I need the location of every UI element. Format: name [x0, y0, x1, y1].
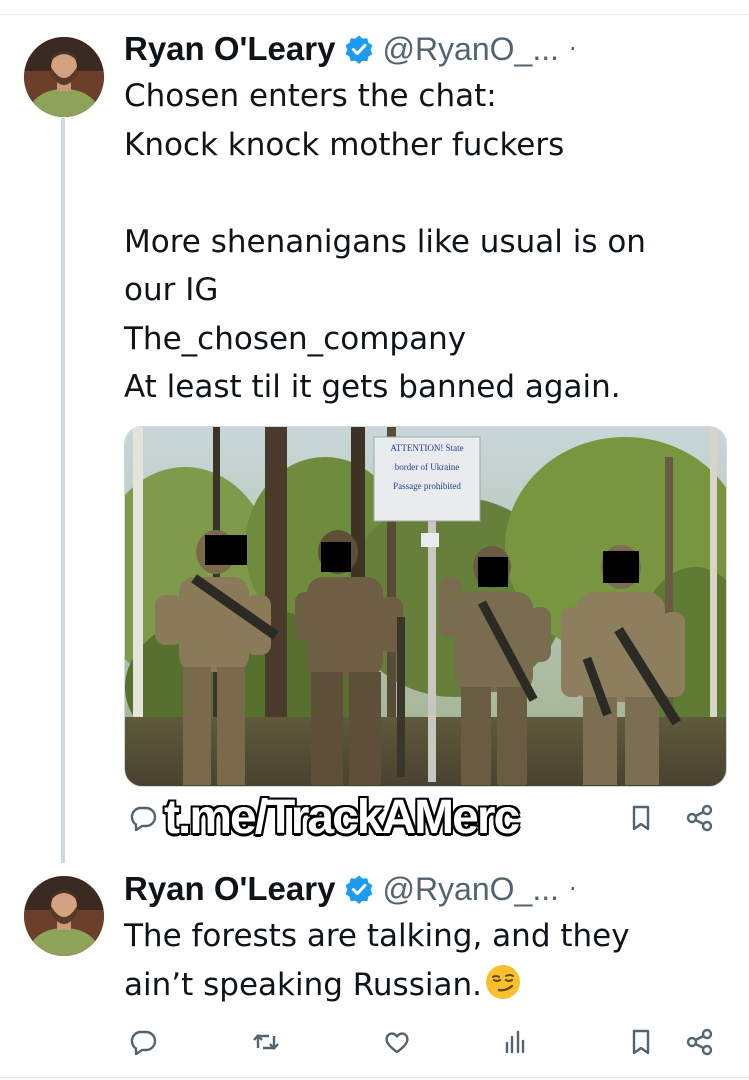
reply-button[interactable]	[126, 1024, 160, 1064]
tweet-photo[interactable]: ATTENTION! State border of Ukraine Passa…	[124, 426, 727, 787]
verified-badge-icon	[344, 34, 374, 64]
author-handle[interactable]: @RyanO_...	[382, 871, 559, 908]
bookmark-button[interactable]	[624, 1024, 658, 1064]
reply-icon	[128, 1027, 158, 1061]
tweet-text-line: More shenanigans like usual is on	[124, 223, 646, 260]
tweet-text-line: The forests are talking, and they	[124, 918, 630, 954]
author-name[interactable]: Ryan O'Leary	[124, 30, 335, 68]
tweet-text: The forests are talking, and they ain’t …	[124, 912, 630, 1009]
avatar[interactable]	[24, 876, 104, 956]
like-button[interactable]	[379, 1024, 415, 1064]
share-icon	[685, 803, 715, 837]
author-handle[interactable]: @RyanO_...	[382, 31, 559, 68]
share-button[interactable]	[680, 1024, 720, 1064]
tweet-header: Ryan O'Leary @RyanO_... ·	[124, 868, 577, 910]
tweet-text-line: ain’t speaking Russian.	[124, 961, 630, 1010]
tweet-text-line	[124, 169, 646, 218]
retweet-icon	[251, 1027, 281, 1061]
tweet-header: Ryan O'Leary @RyanO_... ·	[124, 28, 577, 70]
watermark-text: t.me/TrackAMerc	[163, 790, 521, 845]
share-icon	[685, 1027, 715, 1061]
views-button[interactable]	[498, 1024, 532, 1064]
retweet-button[interactable]	[248, 1024, 284, 1064]
sign-text-line: border of Ukraine	[395, 462, 459, 472]
bottom-divider	[0, 1077, 749, 1078]
tweet-text-line: At least til it gets banned again.	[124, 369, 621, 405]
tweet-text: Chosen enters the chat: Knock knock moth…	[124, 72, 646, 412]
tweet-text-span: ain’t speaking Russian.	[124, 966, 482, 1003]
reply-icon	[128, 803, 158, 837]
separator-dot: ·	[569, 875, 577, 903]
share-button[interactable]	[680, 800, 720, 840]
bookmark-icon	[626, 1027, 656, 1061]
tweet-text-line: our IG	[124, 272, 219, 308]
tweet-text-line: Chosen enters the chat:	[124, 78, 497, 114]
smirking-face-icon	[484, 963, 522, 1001]
tweet-text-line: Knock knock mother fuckers	[124, 126, 565, 163]
top-divider	[0, 0, 749, 15]
bookmark-button[interactable]	[624, 800, 658, 840]
like-icon	[382, 1027, 412, 1061]
tweet-text-line: The_chosen_company	[124, 320, 467, 357]
sign-text-line: Passage prohibited	[393, 481, 461, 491]
separator-dot: ·	[569, 35, 577, 63]
tweet-actions	[124, 1024, 724, 1064]
bookmark-icon	[626, 803, 656, 837]
reply-button[interactable]	[126, 800, 160, 840]
views-icon	[500, 1027, 530, 1061]
thread-connector	[61, 118, 65, 863]
sign-text-line: ATTENTION! State	[390, 443, 463, 453]
author-name[interactable]: Ryan O'Leary	[124, 870, 335, 908]
verified-badge-icon	[344, 874, 374, 904]
avatar[interactable]	[24, 37, 104, 117]
